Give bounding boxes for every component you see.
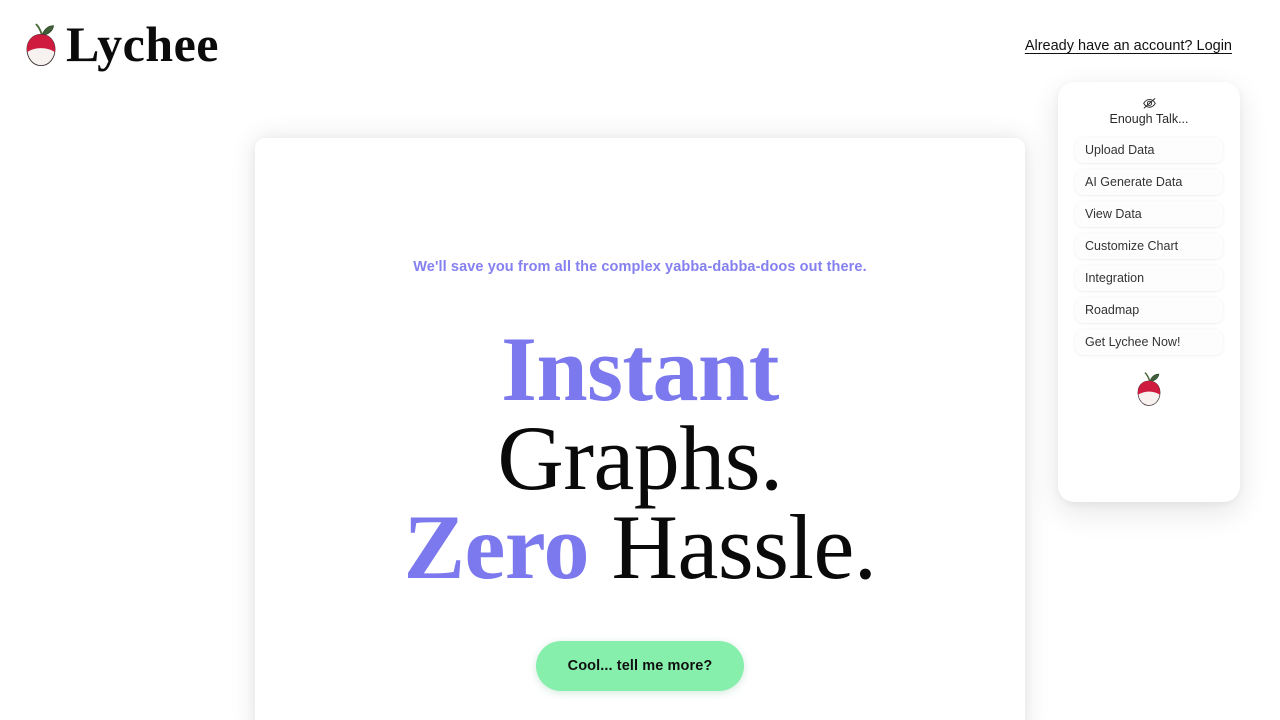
top-header: Lychee Already have an account? Login [0, 0, 1280, 92]
enough-talk-label: Enough Talk... [1109, 112, 1189, 126]
tell-me-more-button[interactable]: Cool... tell me more? [535, 640, 745, 691]
panel-footer-logo[interactable] [1134, 371, 1164, 409]
nav-item-label: AI Generate Data [1085, 175, 1183, 189]
nav-item-view-data[interactable]: View Data [1075, 201, 1223, 227]
nav-item-get-lychee-now[interactable]: Get Lychee Now! [1075, 329, 1223, 355]
headline-accent-instant: Instant [501, 317, 779, 420]
nav-item-integration[interactable]: Integration [1075, 265, 1223, 291]
headline-accent-zero: Zero [403, 496, 590, 599]
lychee-fruit-icon [1137, 372, 1161, 406]
nav-item-upload-data[interactable]: Upload Data [1075, 137, 1223, 163]
headline-plain-hassle: Hassle. [589, 496, 877, 599]
hero-content: We'll save you from all the complex yabb… [255, 138, 1025, 691]
nav-item-label: View Data [1085, 207, 1142, 221]
nav-item-label: Roadmap [1085, 303, 1140, 317]
hero-card: We'll save you from all the complex yabb… [255, 138, 1025, 720]
nav-item-label: Upload Data [1085, 143, 1155, 157]
nav-item-label: Get Lychee Now! [1085, 335, 1181, 349]
nav-item-roadmap[interactable]: Roadmap [1075, 297, 1223, 323]
headline-plain-graphs: Graphs. [497, 407, 783, 510]
nav-item-label: Integration [1085, 271, 1145, 285]
eye-off-icon [1142, 98, 1156, 109]
headline-line-1: Instant [295, 323, 985, 415]
brand-name: Lychee [66, 16, 219, 72]
login-link[interactable]: Already have an account? Login [1025, 38, 1232, 54]
brand-logo[interactable]: Lychee [22, 16, 219, 76]
enough-talk-toggle[interactable]: Enough Talk... [1110, 96, 1189, 127]
lychee-fruit-icon [26, 23, 56, 67]
floating-nav-panel: Enough Talk... Upload Data AI Generate D… [1058, 82, 1240, 502]
nav-item-ai-generate-data[interactable]: AI Generate Data [1075, 169, 1223, 195]
cta-container: Cool... tell me more? [295, 640, 985, 691]
headline-line-3: Zero Hassle. [295, 501, 985, 593]
hero-tagline: We'll save you from all the complex yabb… [413, 259, 867, 275]
page-title: Instant Graphs. Zero Hassle. [295, 323, 985, 593]
nav-list: Upload Data AI Generate Data View Data C… [1058, 137, 1240, 355]
nav-item-label: Customize Chart [1085, 239, 1179, 253]
nav-item-customize-chart[interactable]: Customize Chart [1075, 233, 1223, 259]
headline-line-2: Graphs. [295, 412, 985, 504]
